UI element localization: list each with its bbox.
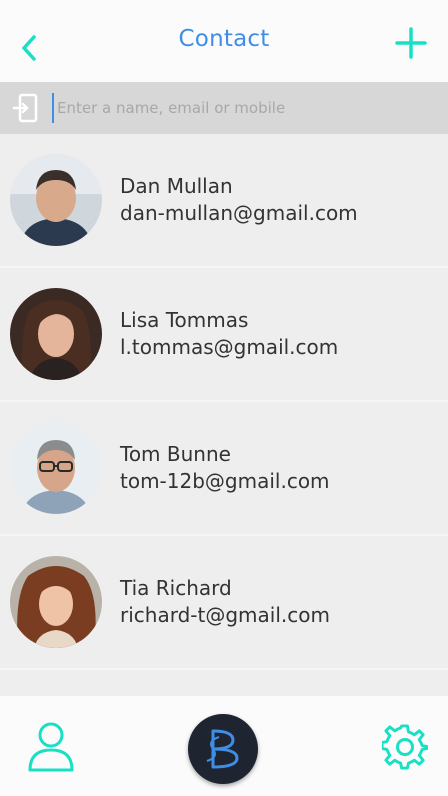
- contact-row-dan-mullan[interactable]: Dan Mullan dan-mullan@gmail.com: [0, 134, 448, 268]
- back-button[interactable]: [14, 28, 44, 68]
- contact-row-tom-bunne[interactable]: Tom Bunne tom-12b@gmail.com: [0, 402, 448, 536]
- avatar: [10, 154, 102, 246]
- chevron-left-icon: [22, 35, 36, 61]
- avatar: [10, 422, 102, 514]
- gear-icon: [380, 724, 429, 770]
- contact-email: dan-mullan@gmail.com: [120, 201, 358, 225]
- user-icon: [28, 722, 74, 772]
- login-icon[interactable]: [10, 90, 42, 126]
- plus-icon: [395, 27, 427, 59]
- profile-button[interactable]: [26, 720, 76, 774]
- contact-email: l.tommas@gmail.com: [120, 335, 339, 359]
- contact-name: Lisa Tommas: [120, 308, 249, 332]
- contact-email: richard-t@gmail.com: [120, 603, 330, 627]
- contact-name: Dan Mullan: [120, 174, 233, 198]
- add-contact-button[interactable]: [394, 26, 428, 60]
- search-bar: [0, 82, 448, 134]
- contact-row-tia-richard[interactable]: Tia Richard richard-t@gmail.com: [0, 536, 448, 670]
- settings-button[interactable]: [380, 724, 429, 770]
- page-title: Contact: [178, 26, 270, 52]
- app-header: Contact: [0, 0, 448, 82]
- brand-logo-icon: [206, 729, 239, 769]
- avatar: [10, 556, 102, 648]
- home-logo-button[interactable]: [188, 714, 258, 784]
- contact-name: Tom Bunne: [120, 442, 231, 466]
- contact-name: Tia Richard: [120, 576, 232, 600]
- search-input[interactable]: [52, 93, 432, 123]
- avatar: [10, 288, 102, 380]
- contact-row-lisa-tommas[interactable]: Lisa Tommas l.tommas@gmail.com: [0, 268, 448, 402]
- contact-email: tom-12b@gmail.com: [120, 469, 330, 493]
- tab-bar: [0, 696, 448, 796]
- contact-list: Dan Mullan dan-mullan@gmail.com Lisa Tom…: [0, 134, 448, 696]
